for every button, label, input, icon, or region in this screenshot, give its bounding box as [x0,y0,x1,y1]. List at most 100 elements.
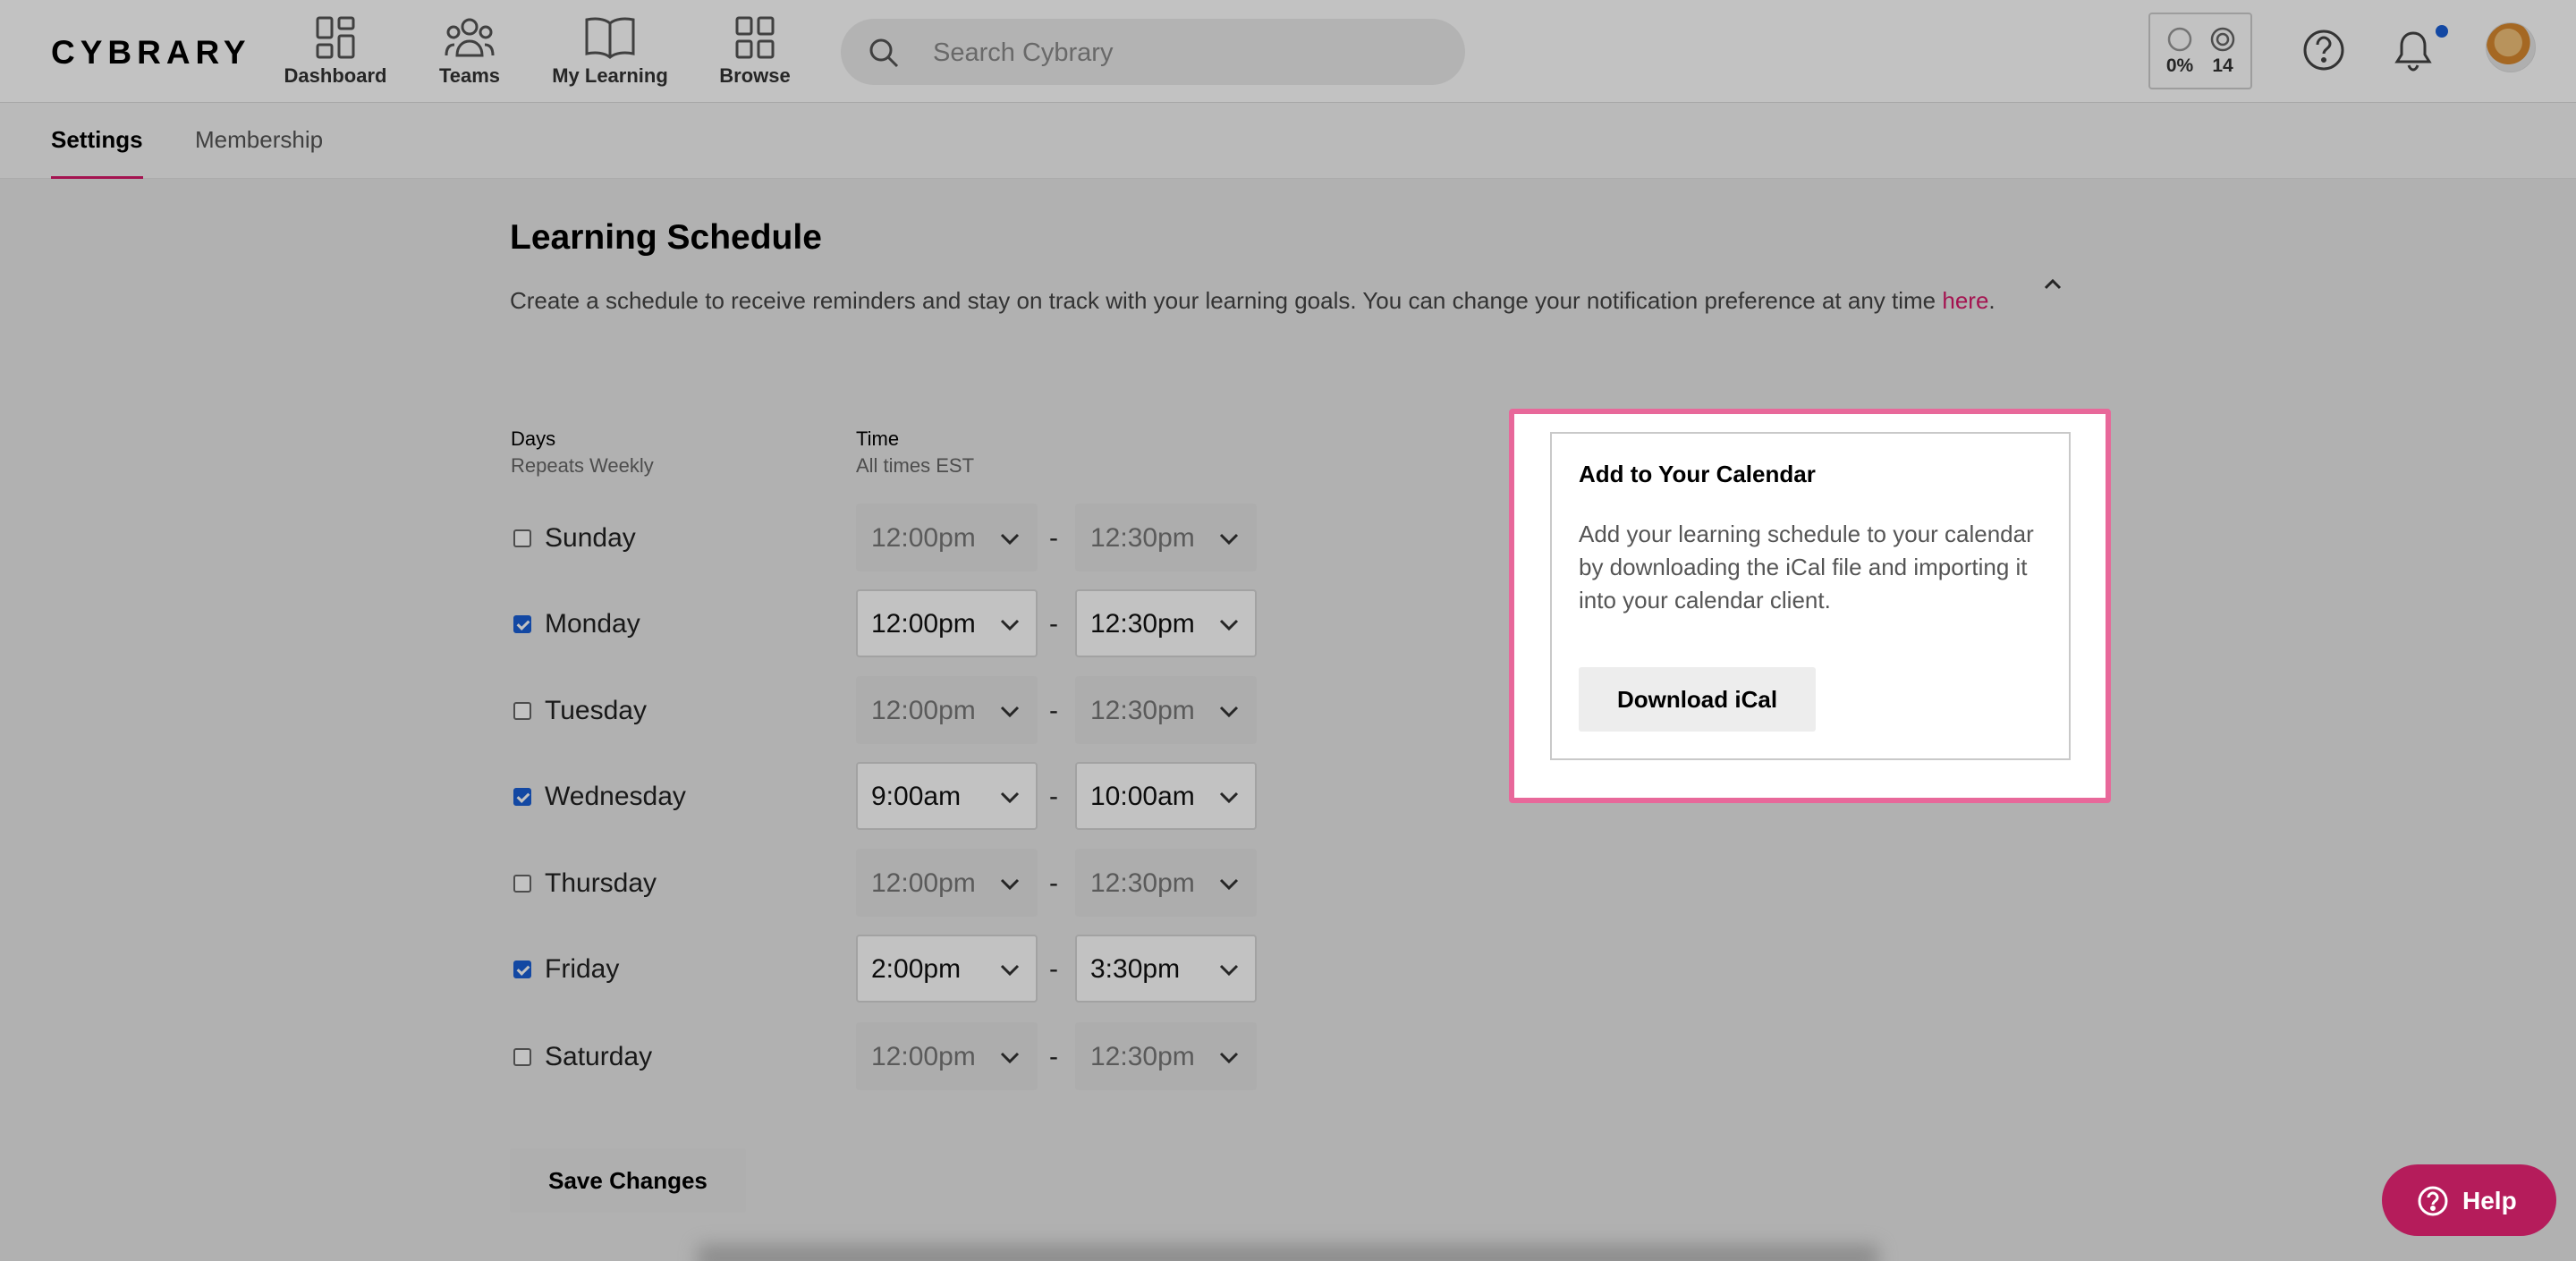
time-subheader: All times EST [856,454,975,477]
end-time-value: 12:30pm [1090,868,1195,898]
progress-ring-icon [2167,27,2192,52]
start-time-select[interactable]: 12:00pm [856,589,1038,657]
notification-dot [2436,25,2448,38]
calendar-highlight: Add to Your Calendar Add your learning s… [1509,409,2111,803]
progress-stats[interactable]: 0% 14 [2148,13,2252,89]
start-time-value: 12:00pm [871,609,976,639]
day-row-tuesday: Tuesday 12:00pm - 12:30pm [510,676,1270,744]
nav-dashboard[interactable]: Dashboard [273,16,398,88]
days-header-label: Days [511,427,556,450]
days-subheader: Repeats Weekly [511,454,654,477]
time-separator: - [1049,954,1058,984]
nav-browse[interactable]: Browse [692,16,818,88]
start-time-select[interactable]: 12:00pm [856,1022,1038,1090]
end-time-select[interactable]: 12:30pm [1075,1022,1257,1090]
chevron-down-icon [1000,878,1020,891]
chevron-down-icon [1000,791,1020,804]
chevron-down-icon [1000,1052,1020,1064]
chevron-down-icon [1219,791,1239,804]
day-label: Sunday [545,523,636,553]
start-time-value: 12:00pm [871,1042,976,1071]
time-separator: - [1049,609,1058,639]
end-time-value: 12:30pm [1090,523,1195,553]
help-circle-icon[interactable] [2303,30,2344,71]
download-ical-button[interactable]: Download iCal [1579,667,1816,732]
nav-dashboard-label: Dashboard [284,64,387,87]
nav-my-learning[interactable]: My Learning [547,16,673,88]
help-button[interactable]: Help [2382,1164,2556,1236]
start-time-value: 12:00pm [871,523,976,553]
day-label: Tuesday [545,696,647,725]
tab-settings[interactable]: Settings [51,126,143,179]
help-label: Help [2462,1187,2517,1214]
progress-value: 0% [2165,55,2194,76]
chevron-down-icon [1219,706,1239,718]
top-navbar: CYBRARY Dashboard Teams My Learning Brow… [0,0,2576,103]
start-time-select[interactable]: 2:00pm [856,935,1038,1003]
day-label: Wednesday [545,782,686,811]
chevron-down-icon [1000,964,1020,977]
time-separator: - [1049,782,1058,811]
start-time-value: 12:00pm [871,868,976,898]
day-row-wednesday: Wednesday 9:00am - 10:00am [510,762,1270,830]
bell-icon[interactable] [2394,30,2432,72]
end-time-value: 12:30pm [1090,696,1195,725]
day-checkbox[interactable] [513,788,531,806]
day-label: Thursday [545,868,657,898]
save-changes-button[interactable]: Save Changes [510,1148,746,1213]
day-label: Saturday [545,1042,653,1071]
day-checkbox[interactable] [513,1048,531,1066]
chevron-down-icon [1219,878,1239,891]
start-time-value: 9:00am [871,782,962,811]
calendar-card-text: Add your learning schedule to your calen… [1579,520,2034,614]
progress-stat: 0% [2157,27,2202,77]
nav-my-learning-label: My Learning [552,64,668,87]
end-time-value: 3:30pm [1090,954,1181,984]
start-time-select[interactable]: 12:00pm [856,676,1038,744]
day-checkbox[interactable] [513,702,531,720]
day-checkbox[interactable] [513,529,531,547]
end-time-select[interactable]: 12:30pm [1075,676,1257,744]
notification-preference-link[interactable]: here [1942,287,1988,314]
time-separator: - [1049,868,1058,898]
nav-browse-label: Browse [719,64,791,87]
day-label: Friday [545,954,620,984]
day-checkbox[interactable] [513,961,531,978]
time-separator: - [1049,1042,1058,1071]
end-time-select[interactable]: 3:30pm [1075,935,1257,1003]
start-time-select[interactable]: 12:00pm [856,504,1038,571]
description-period: . [1988,287,1996,314]
add-to-calendar-card: Add to Your Calendar Add your learning s… [1550,432,2071,760]
time-separator: - [1049,696,1058,725]
nav-teams-label: Teams [438,64,501,87]
day-row-saturday: Saturday 12:00pm - 12:30pm [510,1022,1270,1090]
end-time-value: 12:30pm [1090,1042,1195,1071]
teams-icon [445,18,495,57]
start-time-select[interactable]: 12:00pm [856,849,1038,917]
help-question-icon [2418,1186,2448,1216]
chevron-down-icon [1000,706,1020,718]
time-header-label: Time [856,427,900,450]
start-time-value: 12:00pm [871,696,976,725]
chevron-up-icon[interactable] [2041,273,2064,296]
start-time-select[interactable]: 9:00am [856,762,1038,830]
search-bar[interactable]: Search Cybrary [841,19,1465,85]
tab-membership[interactable]: Membership [195,126,323,154]
day-row-friday: Friday 2:00pm - 3:30pm [510,935,1270,1003]
end-time-value: 10:00am [1090,782,1195,811]
end-time-select[interactable]: 10:00am [1075,762,1257,830]
nav-teams[interactable]: Teams [407,16,532,88]
day-checkbox[interactable] [513,615,531,633]
day-checkbox[interactable] [513,875,531,893]
avatar[interactable] [2486,22,2536,72]
bottom-shadow [698,1245,1878,1261]
day-row-thursday: Thursday 12:00pm - 12:30pm [510,849,1270,917]
end-time-select[interactable]: 12:30pm [1075,589,1257,657]
cybrary-logo[interactable]: CYBRARY [51,34,251,72]
search-input[interactable]: Search Cybrary [933,38,1113,68]
end-time-value: 12:30pm [1090,609,1195,639]
day-row-sunday: Sunday 12:00pm - 12:30pm [510,504,1270,571]
dashboard-icon [316,16,355,59]
end-time-select[interactable]: 12:30pm [1075,849,1257,917]
end-time-select[interactable]: 12:30pm [1075,504,1257,571]
